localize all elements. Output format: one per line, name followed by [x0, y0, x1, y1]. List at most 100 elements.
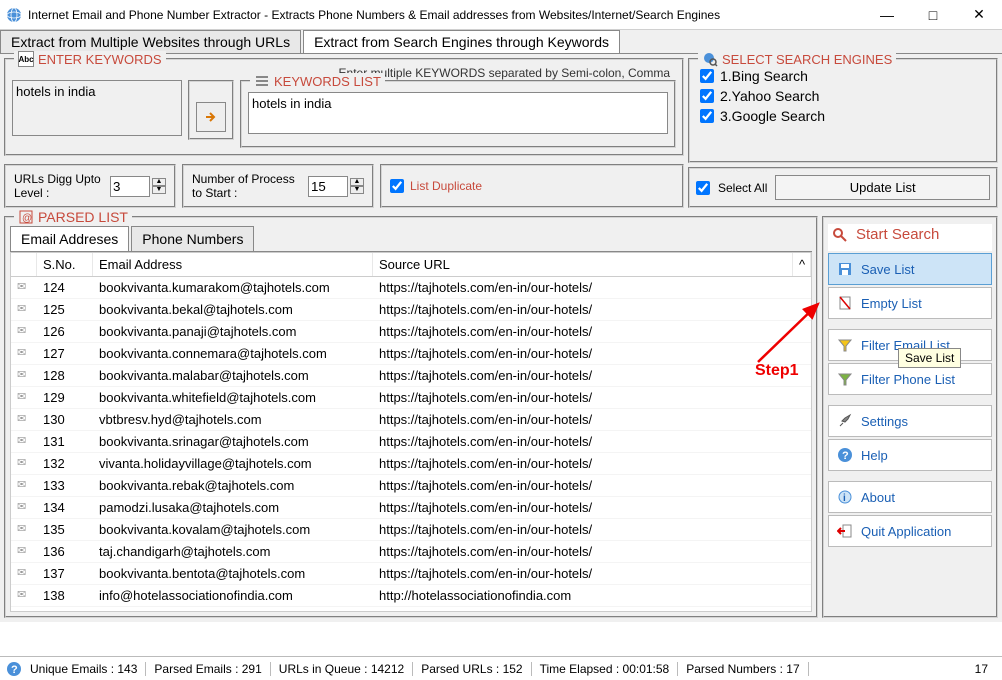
mail-icon: ✉ — [11, 321, 37, 342]
empty-icon — [837, 295, 853, 311]
process-count-input[interactable] — [308, 176, 348, 197]
mail-icon: ✉ — [11, 585, 37, 606]
cell-sno: 135 — [37, 519, 93, 540]
cell-source: https://tajhotels.com/en-in/our-hotels/ — [373, 541, 811, 562]
empty-list-button[interactable]: Empty List — [828, 287, 992, 319]
table-body[interactable]: ✉124bookvivanta.kumarakom@tajhotels.comh… — [11, 277, 811, 609]
mail-icon: ✉ — [11, 277, 37, 298]
mail-icon: ✉ — [11, 563, 37, 584]
digg-up[interactable]: ▲ — [152, 178, 166, 186]
select-all-checkbox[interactable] — [696, 181, 710, 195]
mail-icon: ✉ — [11, 541, 37, 562]
maximize-button[interactable]: □ — [910, 0, 956, 29]
cell-sno: 133 — [37, 475, 93, 496]
keyword-input[interactable]: hotels in india — [12, 80, 182, 136]
proc-down[interactable]: ▼ — [350, 186, 364, 194]
mail-icon: ✉ — [11, 431, 37, 452]
digg-down[interactable]: ▼ — [152, 186, 166, 194]
scroll-up[interactable]: ^ — [793, 253, 811, 276]
table-row[interactable]: ✉136taj.chandigarh@tajhotels.comhttps://… — [11, 541, 811, 563]
cell-email: info@hotelassociationofindia.com — [93, 585, 373, 606]
table-row[interactable]: ✉130vbtbresv.hyd@tajhotels.comhttps://ta… — [11, 409, 811, 431]
cell-email: pamodzi.lusaka@tajhotels.com — [93, 497, 373, 518]
cell-email: bookvivanta.malabar@tajhotels.com — [93, 365, 373, 386]
cell-sno: 137 — [37, 563, 93, 584]
table-row[interactable]: ✉137bookvivanta.bentota@tajhotels.comhtt… — [11, 563, 811, 585]
status-right: 17 — [967, 662, 996, 676]
add-keyword-button[interactable] — [196, 102, 226, 132]
keywords-list[interactable]: hotels in india — [248, 92, 668, 134]
table-row[interactable]: ✉124bookvivanta.kumarakom@tajhotels.comh… — [11, 277, 811, 299]
engine-google-checkbox[interactable] — [700, 109, 714, 123]
list-duplicate-checkbox[interactable] — [390, 179, 404, 193]
table-row[interactable]: ✉133bookvivanta.rebak@tajhotels.comhttps… — [11, 475, 811, 497]
status-parsed-urls: Parsed URLs : 152 — [413, 662, 531, 676]
tab-keywords[interactable]: Extract from Search Engines through Keyw… — [303, 30, 620, 53]
about-icon: i — [837, 489, 853, 505]
table-row[interactable]: ✉132vivanta.holidayvillage@tajhotels.com… — [11, 453, 811, 475]
about-button[interactable]: i About — [828, 481, 992, 513]
mail-icon: ✉ — [11, 365, 37, 386]
cell-source: http://hotelassociationofindia.com — [373, 585, 811, 606]
mail-icon: ✉ — [11, 409, 37, 430]
list-icon — [254, 73, 270, 89]
cell-sno: 126 — [37, 321, 93, 342]
status-time: Time Elapsed : 00:01:58 — [532, 662, 679, 676]
cell-sno: 138 — [37, 585, 93, 606]
process-count-field: Number of Process to Start : ▲▼ — [182, 164, 374, 208]
table-row[interactable]: ✉128bookvivanta.malabar@tajhotels.comhtt… — [11, 365, 811, 387]
digg-level-input[interactable] — [110, 176, 150, 197]
keywords-list-fieldset: KEYWORDS LIST hotels in india — [240, 80, 676, 148]
update-list-button[interactable]: Update List — [775, 175, 990, 200]
settings-button[interactable]: Settings — [828, 405, 992, 437]
cell-sno: 124 — [37, 277, 93, 298]
save-list-button[interactable]: Save List — [828, 253, 992, 285]
cell-email: bookvivanta.whitefield@tajhotels.com — [93, 387, 373, 408]
table-row[interactable]: ✉127bookvivanta.connemara@tajhotels.comh… — [11, 343, 811, 365]
col-sno[interactable]: S.No. — [37, 253, 93, 276]
tab-phone-numbers[interactable]: Phone Numbers — [131, 226, 254, 251]
cell-email: bookvivanta.srinagar@tajhotels.com — [93, 431, 373, 452]
cell-sno: 136 — [37, 541, 93, 562]
help-button[interactable]: ? Help — [828, 439, 992, 471]
table-row[interactable]: ✉135bookvivanta.kovalam@tajhotels.comhtt… — [11, 519, 811, 541]
cell-source: https://tajhotels.com/en-in/our-hotels/ — [373, 409, 811, 430]
table-row[interactable]: ✉125bookvivanta.bekal@tajhotels.comhttps… — [11, 299, 811, 321]
status-unique: Unique Emails : 143 — [22, 662, 146, 676]
save-list-tooltip: Save List — [898, 348, 961, 368]
tab-email-addresses[interactable]: Email Addreses — [10, 226, 129, 251]
col-email[interactable]: Email Address — [93, 253, 373, 276]
filter-email-icon — [837, 337, 853, 353]
table-row[interactable]: ✉131bookvivanta.srinagar@tajhotels.comht… — [11, 431, 811, 453]
cell-sno: 130 — [37, 409, 93, 430]
engine-bing-checkbox[interactable] — [700, 69, 714, 83]
table-row[interactable]: ✉126bookvivanta.panaji@tajhotels.comhttp… — [11, 321, 811, 343]
quit-button[interactable]: Quit Application — [828, 515, 992, 547]
col-source[interactable]: Source URL — [373, 253, 793, 276]
table-row[interactable]: ✉134pamodzi.lusaka@tajhotels.comhttps://… — [11, 497, 811, 519]
filter-phone-icon — [837, 371, 853, 387]
proc-up[interactable]: ▲ — [350, 178, 364, 186]
parsed-icon: @ — [18, 209, 34, 225]
quit-icon — [837, 523, 853, 539]
cell-sno: 129 — [37, 387, 93, 408]
status-help-icon[interactable]: ? — [6, 661, 22, 677]
tab-urls[interactable]: Extract from Multiple Websites through U… — [0, 30, 301, 53]
cell-email: vivanta.holidayvillage@tajhotels.com — [93, 453, 373, 474]
digg-level-field: URLs Digg Upto Level : ▲▼ — [4, 164, 176, 208]
cell-email: bookvivanta.kovalam@tajhotels.com — [93, 519, 373, 540]
status-parsed-emails: Parsed Emails : 291 — [146, 662, 270, 676]
start-search-button[interactable]: Start Search — [828, 224, 992, 251]
table-row[interactable]: ✉138info@hotelassociationofindia.comhttp… — [11, 585, 811, 607]
mail-icon: ✉ — [11, 343, 37, 364]
close-button[interactable]: ✕ — [956, 0, 1002, 29]
table-row[interactable]: ✉129bookvivanta.whitefield@tajhotels.com… — [11, 387, 811, 409]
save-icon — [837, 261, 853, 277]
cell-email: bookvivanta.bekal@tajhotels.com — [93, 299, 373, 320]
cell-email: bookvivanta.kumarakom@tajhotels.com — [93, 277, 373, 298]
globe-search-icon — [702, 51, 718, 67]
mail-icon: ✉ — [11, 519, 37, 540]
minimize-button[interactable]: — — [864, 0, 910, 29]
cell-source: https://tajhotels.com/en-in/our-hotels/ — [373, 519, 811, 540]
engine-yahoo-checkbox[interactable] — [700, 89, 714, 103]
